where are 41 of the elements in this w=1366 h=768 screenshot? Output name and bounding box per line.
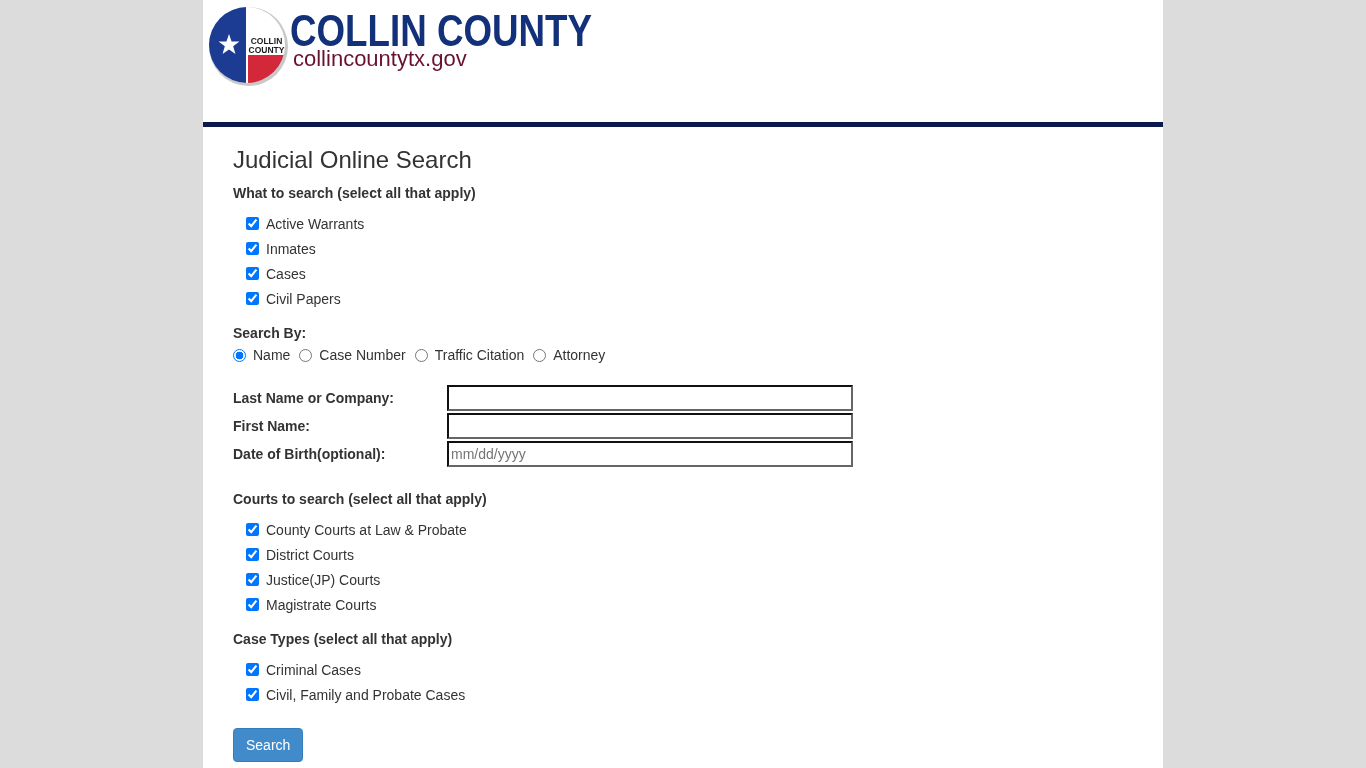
option-label: Active Warrants (266, 215, 365, 232)
search-button[interactable]: Search (233, 728, 304, 762)
checkbox[interactable] (246, 267, 259, 280)
option-label: Civil Papers (266, 290, 341, 307)
section-heading: Courts to search (select all that apply) (233, 490, 487, 509)
option-label: Magistrate Courts (266, 596, 377, 613)
option-label: Name (253, 347, 291, 363)
checkbox[interactable] (246, 688, 259, 701)
input-field[interactable] (447, 413, 853, 439)
option-label: Attorney (553, 347, 606, 363)
option-label: Inmates (266, 240, 316, 257)
option-label: Criminal Cases (266, 661, 361, 678)
checkbox[interactable] (246, 523, 259, 536)
checkbox[interactable] (246, 217, 259, 230)
page-title: Judicial Online Search (233, 147, 473, 173)
checkbox[interactable] (246, 242, 259, 255)
option-label: Justice(JP) Courts (266, 571, 381, 588)
checkbox[interactable] (246, 663, 259, 676)
field-label: First Name: (233, 418, 312, 434)
checkbox[interactable] (246, 573, 259, 586)
radio-button[interactable] (233, 348, 246, 362)
option-label: Cases (266, 265, 306, 282)
option-label: Traffic Citation (434, 347, 525, 363)
input-field[interactable]: mm/dd/yyyy (447, 441, 853, 467)
radio-button[interactable] (299, 348, 313, 362)
county-name: COLLIN COUNTY (290, 12, 593, 50)
checkbox[interactable] (246, 598, 259, 611)
checkbox[interactable] (246, 548, 259, 561)
option-label: District Courts (266, 546, 354, 563)
section-heading: Case Types (select all that apply) (233, 630, 453, 649)
checkbox[interactable] (246, 292, 259, 305)
radio-button[interactable] (533, 348, 547, 362)
option-label: County Courts at Law & Probate (266, 521, 467, 538)
field-label: Last Name or Company: (233, 390, 396, 406)
field-label: Date of Birth(optional): (233, 446, 387, 462)
option-label: Civil, Family and Probate Cases (266, 686, 466, 703)
input-field[interactable] (447, 385, 853, 411)
option-label: Case Number (319, 347, 406, 363)
section-heading: Search By: (233, 324, 307, 343)
radio-button[interactable] (414, 348, 428, 362)
section-heading: What to search (select all that apply) (233, 184, 476, 203)
